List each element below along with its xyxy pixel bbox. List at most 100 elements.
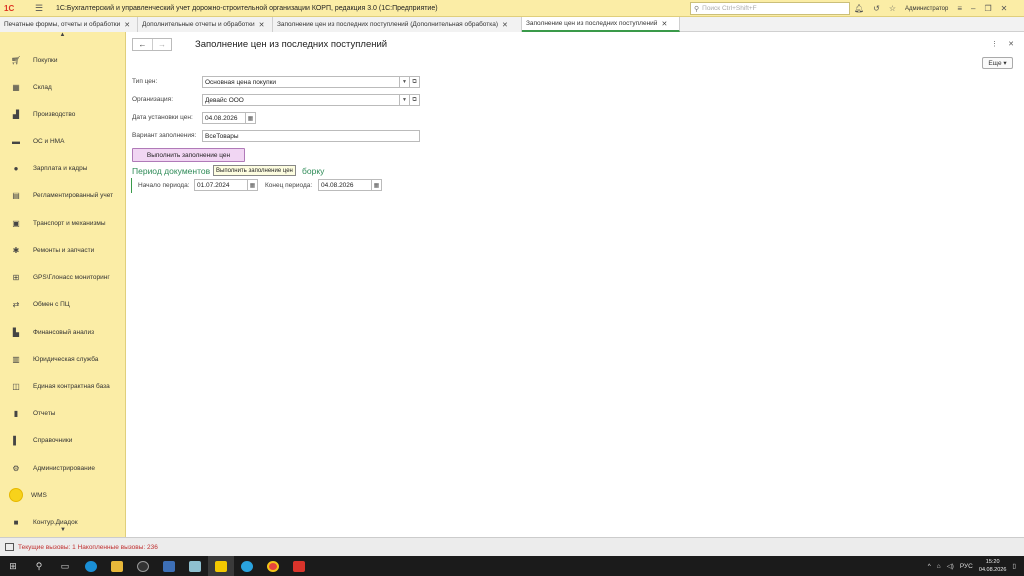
- minimize-icon[interactable]: –: [971, 4, 975, 13]
- variant-label: Вариант заполнения:: [132, 132, 197, 139]
- sidebar-item-label: WMS: [31, 491, 47, 499]
- variant-field[interactable]: ВсеТовары: [202, 130, 420, 142]
- scroll-down-icon[interactable]: ▼: [0, 527, 125, 537]
- close-icon[interactable]: ✕: [1001, 4, 1008, 13]
- sidebar-item-exchange[interactable]: ⇄ Обмен с ПЦ: [0, 294, 125, 314]
- date-label: Дата установки цен:: [132, 114, 193, 121]
- search-input[interactable]: ⚲ Поиск Ctrl+Shift+F: [690, 2, 850, 15]
- menu-icon[interactable]: ☰: [32, 3, 46, 14]
- end-period-field[interactable]: 04.08.2026: [318, 179, 372, 191]
- windows-start-icon[interactable]: ⊞: [0, 556, 26, 576]
- calendar-icon[interactable]: ▦: [248, 179, 258, 191]
- scroll-up-icon[interactable]: ▲: [0, 32, 125, 42]
- chrome-icon[interactable]: [260, 556, 286, 576]
- org-field[interactable]: Девайс ООО: [202, 94, 400, 106]
- book-icon: ◫: [12, 381, 20, 391]
- close-tab-icon[interactable]: ✕: [124, 21, 130, 29]
- language-indicator[interactable]: РУС: [960, 563, 973, 570]
- task-view-icon[interactable]: ▭: [52, 556, 78, 576]
- chevron-down-icon[interactable]: ▼: [400, 94, 410, 106]
- tab-price-fill[interactable]: Заполнение цен из последних поступлений ✕: [522, 17, 680, 32]
- chevron-up-icon[interactable]: ^: [928, 563, 931, 570]
- search-icon: ⚲: [694, 5, 700, 13]
- search-placeholder: Поиск Ctrl+Shift+F: [702, 5, 757, 12]
- sidebar-item-contracts[interactable]: ◫ Единая контрактная база: [0, 376, 125, 396]
- nav-buttons: ← →: [132, 38, 172, 51]
- truck-icon: ▬: [12, 136, 20, 146]
- warehouse-icon: ▦: [12, 82, 20, 92]
- org-label: Организация:: [132, 96, 174, 103]
- tab-additional-reports[interactable]: Дополнительные отчеты и обработки ✕: [138, 17, 273, 32]
- sidebar-item-regulated[interactable]: ▤ Регламентированный учет: [0, 185, 125, 205]
- sidebar-item-wms[interactable]: WMS: [0, 485, 125, 505]
- sidebar-item-repairs[interactable]: ✱ Ремонты и запчасти: [0, 240, 125, 260]
- more-button-label: Еще: [988, 59, 1002, 67]
- close-tab-icon[interactable]: ✕: [661, 20, 667, 28]
- period-group-title[interactable]: Период документов: [132, 166, 210, 176]
- user-name[interactable]: Администратор: [905, 6, 948, 12]
- end-period-label: Конец периода:: [265, 182, 313, 189]
- sidebar-item-legal[interactable]: ▥ Юридическая служба: [0, 349, 125, 369]
- sidebar-item-warehouse[interactable]: ▦ Склад: [0, 77, 125, 97]
- open-link-icon[interactable]: ⧉: [410, 76, 420, 88]
- anydesk-icon[interactable]: [286, 556, 312, 576]
- date-field[interactable]: 04.08.2026: [202, 112, 246, 124]
- window-icon[interactable]: [5, 543, 14, 551]
- sidebar-item-fixed-assets[interactable]: ▬ ОС и НМА: [0, 131, 125, 151]
- edge-icon[interactable]: [78, 556, 104, 576]
- star-icon[interactable]: ☆: [889, 4, 896, 13]
- sidebar-item-admin[interactable]: ⚙ Администрирование: [0, 458, 125, 478]
- sidebar-item-production[interactable]: ▟ Производство: [0, 104, 125, 124]
- sidebar-item-label: Покупки: [33, 56, 58, 64]
- sidebar-item-gps[interactable]: ⊞ GPS\Глонасс мониторинг: [0, 267, 125, 287]
- system-tray: ^ ⌂ ◁) РУС 15:20 04.08.2026 ▯: [928, 556, 1016, 576]
- sidebar-item-salary[interactable]: ● Зарплата и кадры: [0, 158, 125, 178]
- more-vertical-icon[interactable]: ⋮: [991, 40, 998, 48]
- sidebar-item-catalogs[interactable]: ▌ Справочники: [0, 430, 125, 450]
- satellite-icon: ⊞: [12, 272, 20, 282]
- sidebar-item-label: ОС и НМА: [33, 137, 65, 145]
- close-form-icon[interactable]: ✕: [1008, 40, 1014, 48]
- store-icon[interactable]: [156, 556, 182, 576]
- run-fill-button[interactable]: Выполнить заполнение цен: [132, 148, 245, 162]
- close-tab-icon[interactable]: ✕: [502, 21, 508, 29]
- history-icon[interactable]: ↺: [873, 4, 880, 13]
- app-title: 1С:Бухгалтерский и управленческий учет д…: [56, 4, 438, 12]
- yandex-icon[interactable]: [130, 556, 156, 576]
- volume-icon[interactable]: ◁): [947, 562, 954, 570]
- sidebar-item-fin-analysis[interactable]: ▙ Финансовый анализ: [0, 322, 125, 342]
- back-arrow-icon[interactable]: ←: [133, 39, 152, 50]
- clock-time: 15:20: [985, 559, 1000, 565]
- taskbar: ⊞ ⚲ ▭ ^ ⌂ ◁) РУС 15:20 04.08.2026 ▯: [0, 556, 1024, 576]
- calendar-icon[interactable]: ▦: [246, 112, 256, 124]
- close-tab-icon[interactable]: ✕: [259, 21, 265, 29]
- status-bar: Текущие вызовы: 1 Накопленные вызовы: 23…: [0, 537, 1024, 556]
- tab-price-fill-processing[interactable]: Заполнение цен из последних поступлений …: [273, 17, 522, 32]
- price-type-field[interactable]: Основная цена покупки: [202, 76, 400, 88]
- settings-menu-icon[interactable]: ≡: [957, 4, 962, 13]
- chevron-down-icon[interactable]: ▼: [400, 76, 410, 88]
- network-icon[interactable]: ⌂: [937, 563, 941, 570]
- 1c-taskbar-icon[interactable]: [208, 556, 234, 576]
- calendar-icon[interactable]: ▦: [372, 179, 382, 191]
- search-taskbar-icon[interactable]: ⚲: [26, 556, 52, 576]
- sidebar-item-reports[interactable]: ▮ Отчеты: [0, 403, 125, 423]
- telegram-icon[interactable]: [234, 556, 260, 576]
- more-button[interactable]: Еще ▾: [982, 57, 1013, 69]
- sidebar-item-label: Администрирование: [33, 464, 95, 472]
- form-area: ← → Заполнение цен из последних поступле…: [127, 32, 1024, 537]
- notes-icon[interactable]: [182, 556, 208, 576]
- start-period-field[interactable]: 01.07.2024: [194, 179, 248, 191]
- sidebar-item-transport[interactable]: ▣ Транспорт и механизмы: [0, 213, 125, 233]
- clock[interactable]: 15:20 04.08.2026: [979, 558, 1007, 574]
- forward-arrow-icon[interactable]: →: [151, 39, 171, 50]
- bell-icon[interactable]: 🔔︎: [854, 4, 864, 13]
- open-link-icon[interactable]: ⧉: [410, 94, 420, 106]
- sidebar-item-label: GPS\Глонасс мониторинг: [33, 273, 110, 281]
- tab-label: Заполнение цен из последних поступлений …: [277, 21, 499, 28]
- sidebar-item-purchases[interactable]: 🛒︎ Покупки: [0, 50, 125, 70]
- tab-print-forms[interactable]: Печатные формы, отчеты и обработки ✕: [0, 17, 138, 32]
- restore-icon[interactable]: ❐: [984, 4, 991, 13]
- explorer-icon[interactable]: [104, 556, 130, 576]
- notifications-icon[interactable]: ▯: [1012, 562, 1016, 570]
